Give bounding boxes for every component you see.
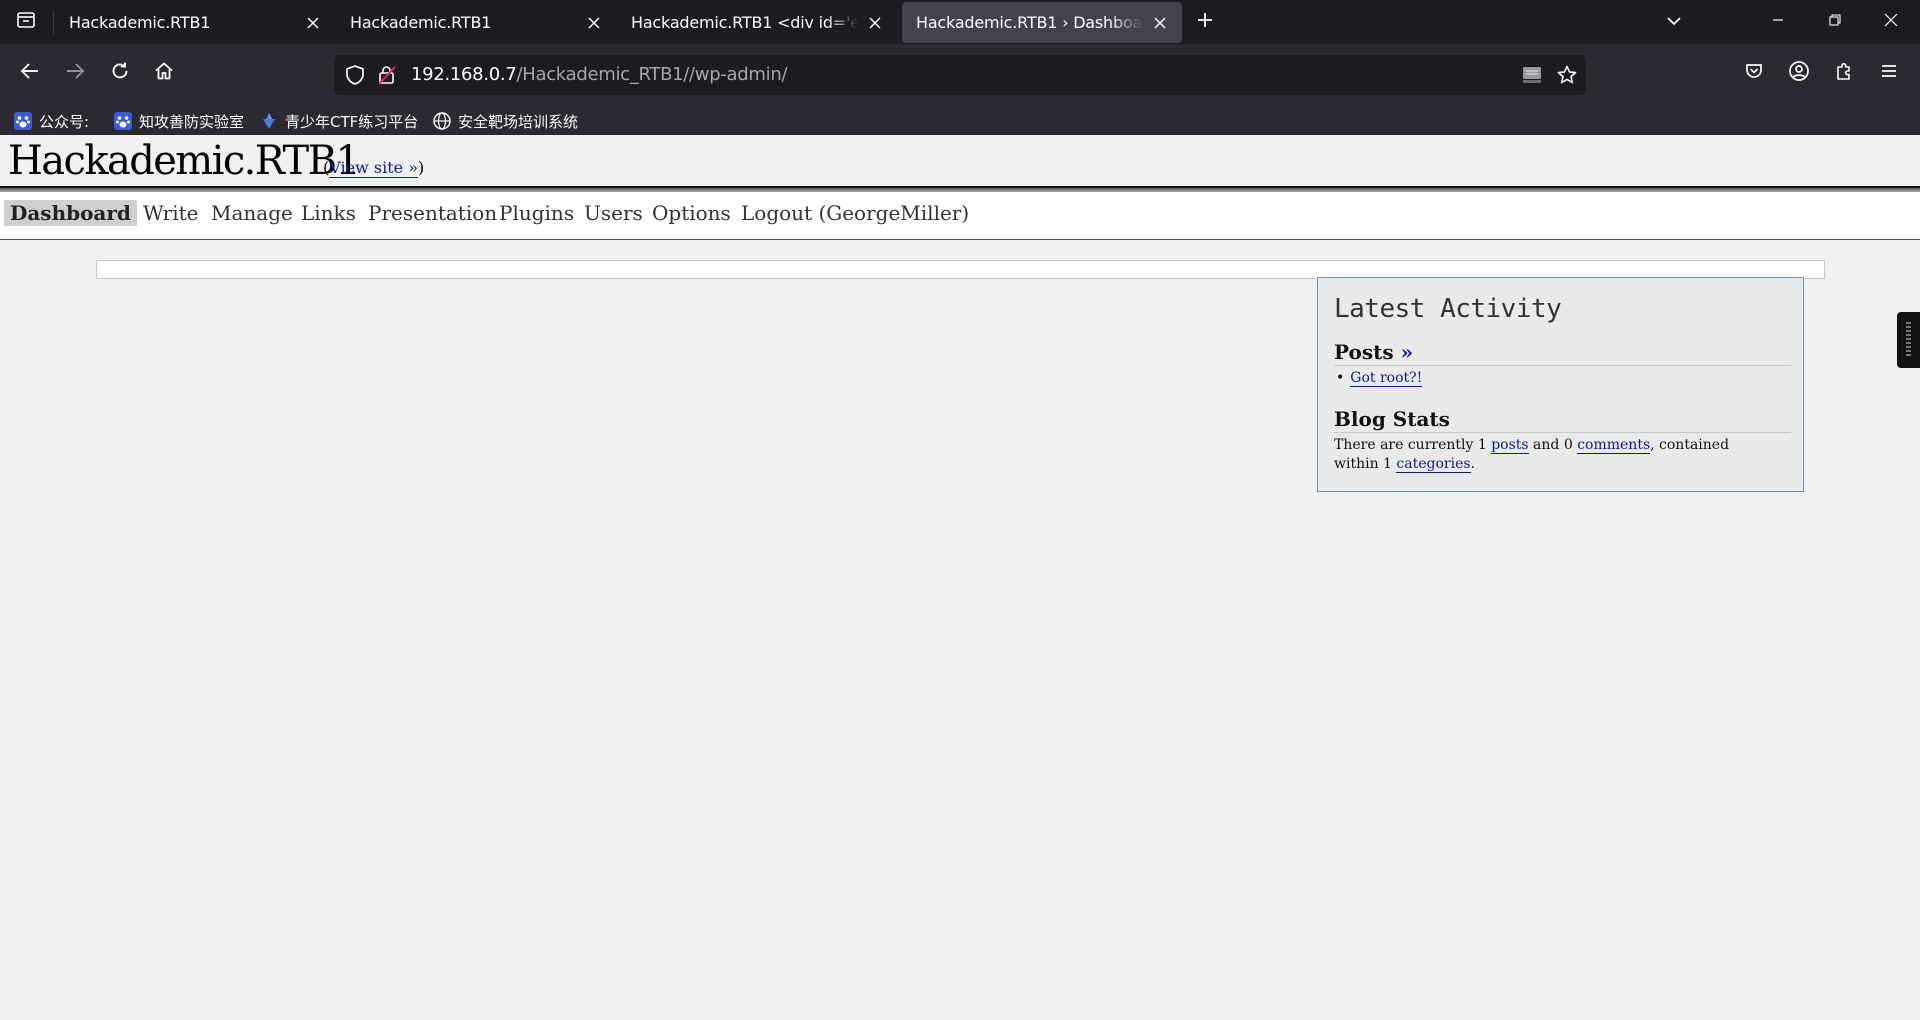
tab-1[interactable]: Hackademic.RTB1 — [55, 2, 335, 43]
tab-title: Hackademic.RTB1 — [350, 13, 492, 32]
restore-button[interactable] — [1812, 0, 1858, 44]
posts-link[interactable]: posts — [1491, 437, 1529, 454]
view-site-link[interactable]: View site » — [329, 158, 418, 178]
url-host: 192.168.0.7 — [411, 64, 517, 85]
address-bar[interactable]: 192.168.0.7/Hackademic_RTB1//wp-admin/ — [334, 55, 1586, 95]
restore-icon — [1829, 13, 1841, 31]
reload-icon — [110, 61, 130, 86]
bookmark-item[interactable]: 安全靶场培训系统 — [432, 109, 578, 133]
post-link[interactable]: Got root?! — [1350, 370, 1423, 387]
comments-link[interactable]: comments — [1577, 437, 1651, 454]
close-icon[interactable] — [586, 15, 602, 31]
paren-close: ) — [418, 158, 425, 177]
bookmark-label: 知攻善防实验室 — [139, 112, 245, 131]
close-icon[interactable] — [305, 15, 321, 31]
navigation-toolbar: 192.168.0.7/Hackademic_RTB1//wp-admin/ — [0, 44, 1920, 107]
tab-separator — [53, 10, 54, 34]
menu-write[interactable]: Write — [136, 200, 206, 226]
categories-link[interactable]: categories — [1396, 456, 1471, 473]
bookmark-item[interactable]: 知攻善防实验室 — [113, 109, 244, 133]
menu-manage[interactable]: Manage — [204, 200, 300, 226]
tab-list-button[interactable] — [0, 0, 52, 44]
paw-icon — [113, 111, 133, 131]
bookmark-item[interactable]: 青少年CTF练习平台 — [259, 109, 418, 133]
extensions-button[interactable] — [1828, 57, 1860, 89]
stats-text: and 0 — [1528, 437, 1578, 453]
tab-3[interactable]: Hackademic.RTB1 <div id='error — [617, 2, 897, 43]
bookmark-label: 青少年CTF练习平台 — [285, 112, 419, 131]
blog-stats-heading: Blog Stats — [1334, 408, 1791, 433]
bullet: • — [1336, 370, 1345, 386]
menu-button[interactable] — [1873, 57, 1905, 89]
reader-view-icon[interactable] — [1521, 64, 1543, 91]
list-item: • Got root?! — [1336, 370, 1423, 387]
pocket-button[interactable] — [1738, 57, 1770, 89]
forward-button[interactable] — [59, 57, 91, 89]
url-text[interactable]: 192.168.0.7/Hackademic_RTB1//wp-admin/ — [411, 64, 788, 85]
tab-title: Hackademic.RTB1 › Dashboard — — [916, 13, 1144, 32]
posts-more-link[interactable]: » — [1401, 340, 1414, 364]
home-icon — [154, 61, 174, 86]
posts-heading: Posts » — [1334, 341, 1791, 366]
globe-icon — [432, 111, 452, 131]
minimize-button[interactable] — [1755, 0, 1801, 44]
flag-icon — [259, 111, 279, 131]
menu-users[interactable]: Users — [577, 200, 650, 226]
url-path: /Hackademic_RTB1//wp-admin/ — [516, 64, 788, 85]
tab-list-icon — [16, 11, 36, 34]
insecure-lock-icon[interactable] — [376, 64, 398, 91]
close-icon[interactable] — [1152, 15, 1168, 31]
pocket-icon — [1744, 61, 1764, 86]
close-window-button[interactable] — [1868, 0, 1914, 44]
posts-heading-label: Posts — [1334, 340, 1394, 364]
stats-text: . — [1470, 456, 1475, 472]
puzzle-icon — [1834, 61, 1854, 86]
view-site: (View site ») — [323, 158, 425, 178]
tab-title: Hackademic.RTB1 — [69, 13, 211, 32]
tab-title: Hackademic.RTB1 <div id='error — [631, 13, 859, 32]
menu-options[interactable]: Options — [645, 200, 738, 226]
shield-icon[interactable] — [344, 64, 366, 91]
site-title: Hackademic.RTB1 — [8, 138, 361, 184]
bookmarks-toolbar: 公众号: 知攻善防实验室 青少年CTF练习平台 安全靶场培训系统 — [0, 107, 1920, 135]
account-icon — [1788, 60, 1810, 87]
minimize-icon — [1772, 13, 1784, 31]
stats-text: There are currently 1 — [1334, 437, 1492, 453]
account-button[interactable] — [1783, 57, 1815, 89]
menu-dashboard[interactable]: Dashboard — [4, 200, 137, 226]
list-all-tabs-button[interactable] — [1651, 0, 1697, 44]
bookmark-item[interactable]: 公众号: — [13, 109, 89, 133]
reload-button[interactable] — [104, 57, 136, 89]
grip-icon — [1906, 322, 1911, 358]
blog-stats-text: There are currently 1 posts and 0 commen… — [1334, 436, 1774, 474]
latest-activity-box: Latest Activity Posts » • Got root?! Blog… — [1317, 277, 1804, 492]
star-icon[interactable] — [1556, 64, 1578, 91]
new-tab-button[interactable] — [1192, 9, 1218, 35]
arrow-right-icon — [65, 62, 85, 85]
page-content: Hackademic.RTB1 (View site ») Dashboard … — [0, 135, 1920, 1020]
close-icon — [1884, 13, 1898, 32]
admin-menu: Dashboard Write Manage Links Presentatio… — [0, 192, 1920, 240]
tab-4-active[interactable]: Hackademic.RTB1 › Dashboard — — [902, 2, 1182, 43]
latest-activity-title: Latest Activity — [1334, 294, 1562, 324]
bookmark-label: 公众号: — [39, 112, 90, 131]
tab-strip: Hackademic.RTB1 Hackademic.RTB1 Hackadem… — [0, 0, 1920, 44]
back-button[interactable] — [14, 57, 46, 89]
close-icon[interactable] — [867, 15, 883, 31]
wp-header: Hackademic.RTB1 (View site ») — [0, 135, 1920, 187]
menu-links[interactable]: Links — [294, 200, 363, 226]
home-button[interactable] — [148, 57, 180, 89]
sidebar-handle[interactable] — [1897, 312, 1920, 368]
chevron-down-icon — [1666, 13, 1682, 31]
menu-logout[interactable]: Logout (GeorgeMiller) — [734, 200, 976, 226]
menu-presentation[interactable]: Presentation — [361, 200, 504, 226]
paw-icon — [13, 111, 33, 131]
hamburger-icon — [1880, 63, 1898, 84]
bookmark-label: 安全靶场培训系统 — [458, 112, 579, 131]
plus-icon — [1196, 11, 1214, 34]
tab-2[interactable]: Hackademic.RTB1 — [336, 2, 616, 43]
arrow-left-icon — [20, 62, 40, 85]
menu-plugins[interactable]: Plugins — [492, 200, 581, 226]
